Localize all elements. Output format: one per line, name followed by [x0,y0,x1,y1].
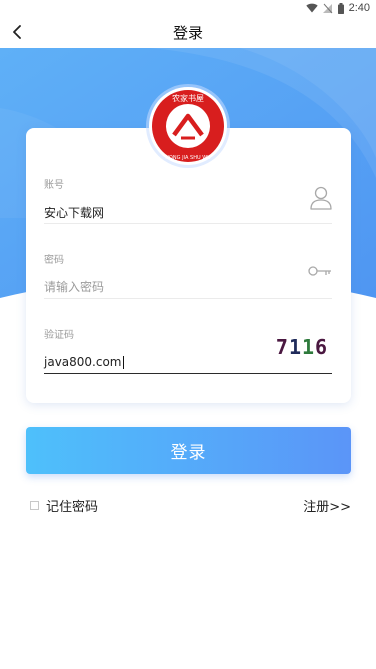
captcha-input[interactable]: java800.com [44,355,122,369]
captcha-image[interactable]: 7116 [273,334,331,360]
remember-password[interactable]: 记住密码 [30,496,98,515]
remember-label: 记住密码 [46,500,99,515]
battery-icon [337,2,344,14]
login-button[interactable]: 登录 [26,427,351,474]
key-icon [308,266,331,276]
captcha-image-text: 7116 [276,335,328,359]
app-bar: 登录 [0,16,376,48]
account-field: 账号 [44,176,332,224]
remember-checkbox[interactable] [30,501,39,510]
app-logo: 农家书屋 NONG JIA SHU WU [146,84,230,168]
captcha-divider [44,373,332,374]
status-time: 2:40 [348,2,370,14]
logo-emblem: 农家书屋 NONG JIA SHU WU [149,87,227,165]
login-form-card: 账号 密码 验证码 java800.com 7116 [26,128,351,403]
status-icons: 2:40 [305,1,370,15]
logo-bottom-text: NONG JIA SHU WU [165,155,211,161]
password-field: 密码 [44,251,332,299]
captcha-char: 1 [288,335,302,359]
password-divider [44,298,332,299]
status-bar: 2:40 [0,0,376,16]
wifi-icon [305,3,318,13]
captcha-char: 7 [275,335,289,359]
user-icon [310,186,332,210]
register-link[interactable]: 注册>> [303,496,351,515]
password-input[interactable] [44,279,294,295]
account-input[interactable] [44,204,294,220]
captcha-char: 1 [302,335,316,359]
password-label: 密码 [44,255,64,266]
account-label: 账号 [44,180,64,191]
logo-top-text: 农家书屋 [172,93,204,103]
text-cursor [122,355,124,369]
captcha-char: 6 [315,335,329,359]
account-divider [44,223,332,224]
no-signal-icon [322,3,332,13]
page-title: 登录 [172,24,203,42]
